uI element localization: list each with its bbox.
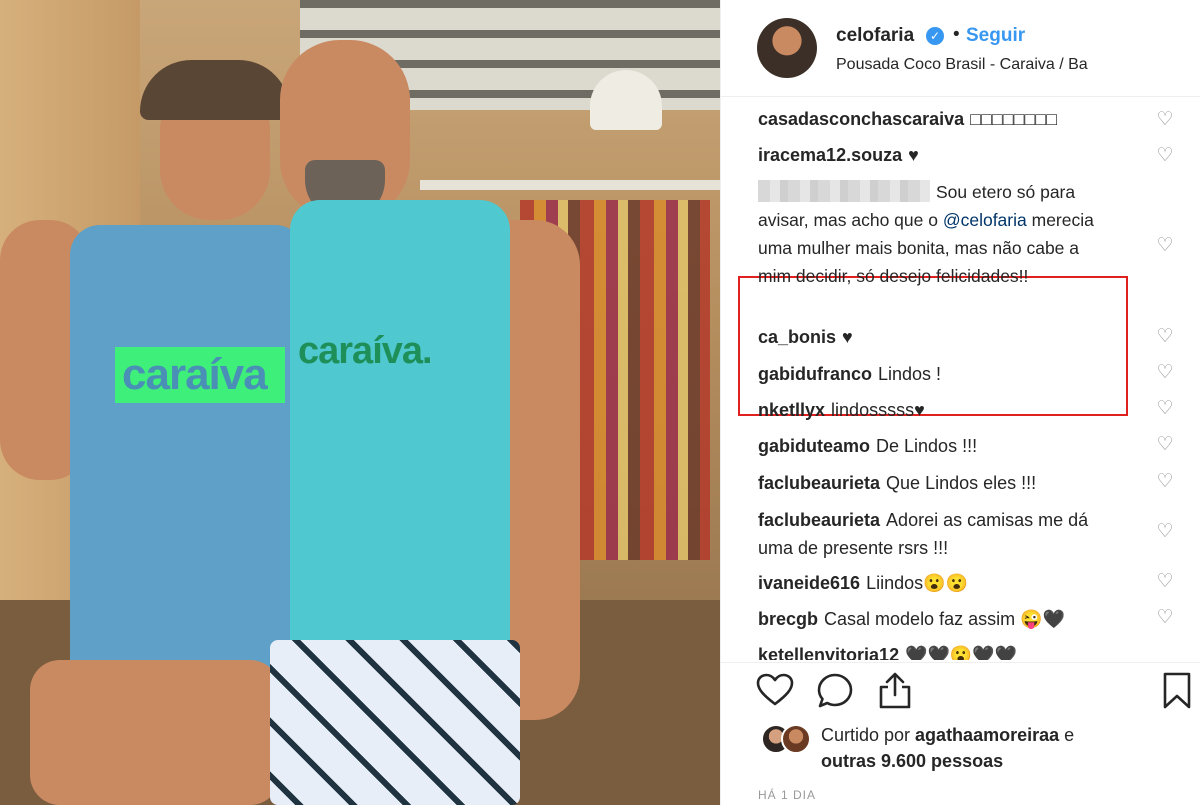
comment-like-icon[interactable]: ♡ (1155, 572, 1175, 592)
likes-summary: Curtido por agathaamoreiraa e outras 9.6… (761, 718, 1181, 778)
heart-icon[interactable] (755, 671, 795, 711)
comment-text: ♥ (842, 327, 853, 347)
liker-username[interactable]: agathaamoreiraa (915, 725, 1059, 745)
man-shorts (270, 640, 520, 805)
comment-username[interactable]: casadasconchascaraiva (758, 109, 964, 129)
shirt-logo-text-right: caraíva. (298, 330, 433, 372)
comment-icon[interactable] (815, 671, 855, 711)
comment-text: De Lindos !!! (876, 436, 978, 456)
verified-badge-icon: ✓ (926, 27, 944, 45)
comment-username[interactable]: gabiduteamo (758, 436, 870, 456)
action-bar (721, 662, 1200, 713)
comment-item: iracema12.souza ♥ (758, 141, 1118, 169)
comment-item: faclubeaurieta Adorei as camisas me dá um… (758, 506, 1108, 562)
likes-suffix: e (1059, 725, 1075, 745)
comment-text: 🖤🖤😮🖤🖤 (905, 645, 1018, 660)
shelf (420, 180, 720, 190)
post-header: celofaria ✓ • Seguir Pousada Coco Brasil… (721, 0, 1200, 97)
shirt-logo-text-left: caraíva (122, 350, 268, 399)
comments-list[interactable]: casadasconchascaraiva □□□□□□□□ ♡ iracema1… (721, 100, 1200, 660)
share-icon[interactable] (875, 671, 915, 711)
woman-tank-top (70, 225, 305, 675)
blurred-username (758, 180, 930, 202)
separator-dot: • (953, 24, 960, 45)
comment-text: ♥ (908, 145, 919, 165)
comment-username[interactable]: ivaneide616 (758, 573, 860, 593)
comment-username[interactable]: brecgb (758, 609, 818, 629)
comment-text: Que Lindos eles !!! (886, 473, 1037, 493)
post-timestamp[interactable]: HÁ 1 DIA (758, 788, 816, 802)
comment-item: gabidufranco Lindos ! (758, 360, 1118, 388)
comment-item-highlighted: Sou etero só para avisar, mas acho que o… (758, 178, 1113, 290)
comment-like-icon[interactable]: ♡ (1155, 435, 1175, 455)
post-sidebar: celofaria ✓ • Seguir Pousada Coco Brasil… (720, 0, 1200, 805)
comment-username[interactable]: ketellenvitoria12 (758, 645, 899, 660)
comment-item: ivaneide616 Liindos😮😮 (758, 569, 1118, 597)
author-username[interactable]: celofaria (836, 25, 914, 47)
comment-like-icon[interactable]: ♡ (1155, 472, 1175, 492)
comment-text: □□□□□□□□ (970, 109, 1058, 129)
likes-others[interactable]: outras 9.600 pessoas (821, 751, 1003, 771)
bookmark-icon[interactable] (1157, 671, 1197, 711)
comment-like-icon[interactable]: ♡ (1155, 236, 1175, 256)
location-link[interactable]: Pousada Coco Brasil - Caraiva / Ba (836, 56, 1088, 74)
liker-avatar[interactable] (781, 724, 811, 754)
comment-like-icon[interactable]: ♡ (1155, 146, 1175, 166)
woman-hair (140, 60, 290, 120)
comment-item: ca_bonis ♥ (758, 323, 1118, 351)
likes-prefix: Curtido por (821, 725, 916, 745)
comment-like-icon[interactable]: ♡ (1155, 522, 1175, 542)
man-tank-top (290, 200, 510, 660)
comment-like-icon[interactable]: ♡ (1155, 363, 1175, 383)
comment-username[interactable]: faclubeaurieta (758, 473, 880, 493)
comment-username[interactable]: ca_bonis (758, 327, 836, 347)
author-avatar[interactable] (757, 18, 817, 78)
comment-like-icon[interactable]: ♡ (1155, 608, 1175, 628)
comment-text: Casal modelo faz assim 😜🖤 (824, 609, 1065, 629)
comment-like-icon[interactable]: ♡ (1155, 399, 1175, 419)
comment-text: Lindos ! (878, 364, 942, 384)
comment-item: gabiduteamo De Lindos !!! (758, 432, 1118, 460)
comment-like-icon[interactable]: ♡ (1155, 110, 1175, 130)
comment-username[interactable]: gabidufranco (758, 364, 872, 384)
comment-username[interactable]: nketllyx (758, 400, 825, 420)
comment-item: faclubeaurieta Que Lindos eles !!! (758, 469, 1118, 497)
comment-mention[interactable]: @celofaria (943, 210, 1027, 230)
woman-legs (30, 660, 280, 805)
comment-item: brecgb Casal modelo faz assim 😜🖤 (758, 605, 1118, 633)
comment-text: Liindos😮😮 (866, 573, 968, 593)
comment-item: casadasconchascaraiva □□□□□□□□ (758, 105, 1118, 133)
comment-text: lindosssss♥ (831, 400, 925, 420)
comment-like-icon[interactable]: ♡ (1155, 327, 1175, 347)
comment-username[interactable]: iracema12.souza (758, 145, 902, 165)
likes-text: Curtido por agathaamoreiraa e outras 9.6… (821, 722, 1161, 774)
comment-username[interactable]: faclubeaurieta (758, 510, 880, 530)
post-photo[interactable]: caraíva caraíva. (0, 0, 720, 805)
follow-button[interactable]: Seguir (966, 25, 1025, 47)
comment-item: ketellenvitoria12 🖤🖤😮🖤🖤 (758, 641, 1118, 660)
comment-item: nketllyx lindosssss♥ (758, 396, 1118, 424)
